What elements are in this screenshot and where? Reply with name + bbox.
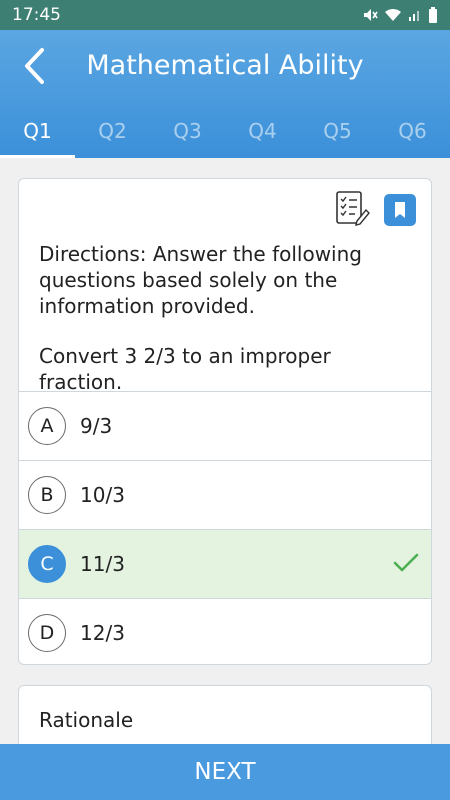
option-text: 11/3 xyxy=(80,552,125,576)
wifi-icon xyxy=(384,8,402,22)
tab-q4[interactable]: Q4 xyxy=(225,108,300,160)
checklist-button[interactable] xyxy=(333,189,371,232)
tab-q6[interactable]: Q6 xyxy=(375,108,450,160)
option-d[interactable]: D 12/3 xyxy=(19,598,431,664)
checkmark-icon xyxy=(393,552,419,579)
tab-q5[interactable]: Q5 xyxy=(300,108,375,160)
tab-q2[interactable]: Q2 xyxy=(75,108,150,160)
option-text: 12/3 xyxy=(80,621,125,645)
option-letter: A xyxy=(28,407,66,445)
option-c[interactable]: C 11/3 xyxy=(19,529,431,598)
checklist-icon xyxy=(333,189,371,232)
option-a[interactable]: A 9/3 xyxy=(19,391,431,460)
status-bar: 17:45 xyxy=(0,0,450,30)
mute-icon xyxy=(362,8,378,22)
tab-q1[interactable]: Q1 xyxy=(0,108,75,160)
question-tabs: Q1 Q2 Q3 Q4 Q5 Q6 xyxy=(0,108,450,160)
question-text: Directions: Answer the following questio… xyxy=(39,241,415,395)
option-text: 9/3 xyxy=(80,414,113,438)
status-icons xyxy=(362,7,438,23)
option-letter: B xyxy=(28,476,66,514)
option-letter: C xyxy=(28,545,66,583)
status-time: 17:45 xyxy=(12,5,61,25)
bookmark-button[interactable] xyxy=(381,191,419,229)
question-card: Directions: Answer the following questio… xyxy=(18,178,432,665)
answer-options: A 9/3 B 10/3 C 11/3 D 12/3 xyxy=(19,391,431,664)
option-text: 10/3 xyxy=(80,483,125,507)
tab-q3[interactable]: Q3 xyxy=(150,108,225,160)
option-b[interactable]: B 10/3 xyxy=(19,460,431,529)
battery-icon xyxy=(428,7,438,23)
question-prompt: Convert 3 2/3 to an improper fraction. xyxy=(39,344,331,394)
page-title: Mathematical Ability xyxy=(86,50,364,81)
question-directions: Directions: Answer the following questio… xyxy=(39,242,362,318)
card-tools xyxy=(333,189,419,232)
option-letter: D xyxy=(28,614,66,652)
next-button[interactable]: NEXT xyxy=(0,744,450,800)
rationale-label: Rationale xyxy=(39,708,134,732)
bookmark-icon xyxy=(384,194,416,226)
signal-icon xyxy=(408,8,422,22)
header: Mathematical Ability Q1 Q2 Q3 Q4 Q5 Q6 xyxy=(0,30,450,158)
